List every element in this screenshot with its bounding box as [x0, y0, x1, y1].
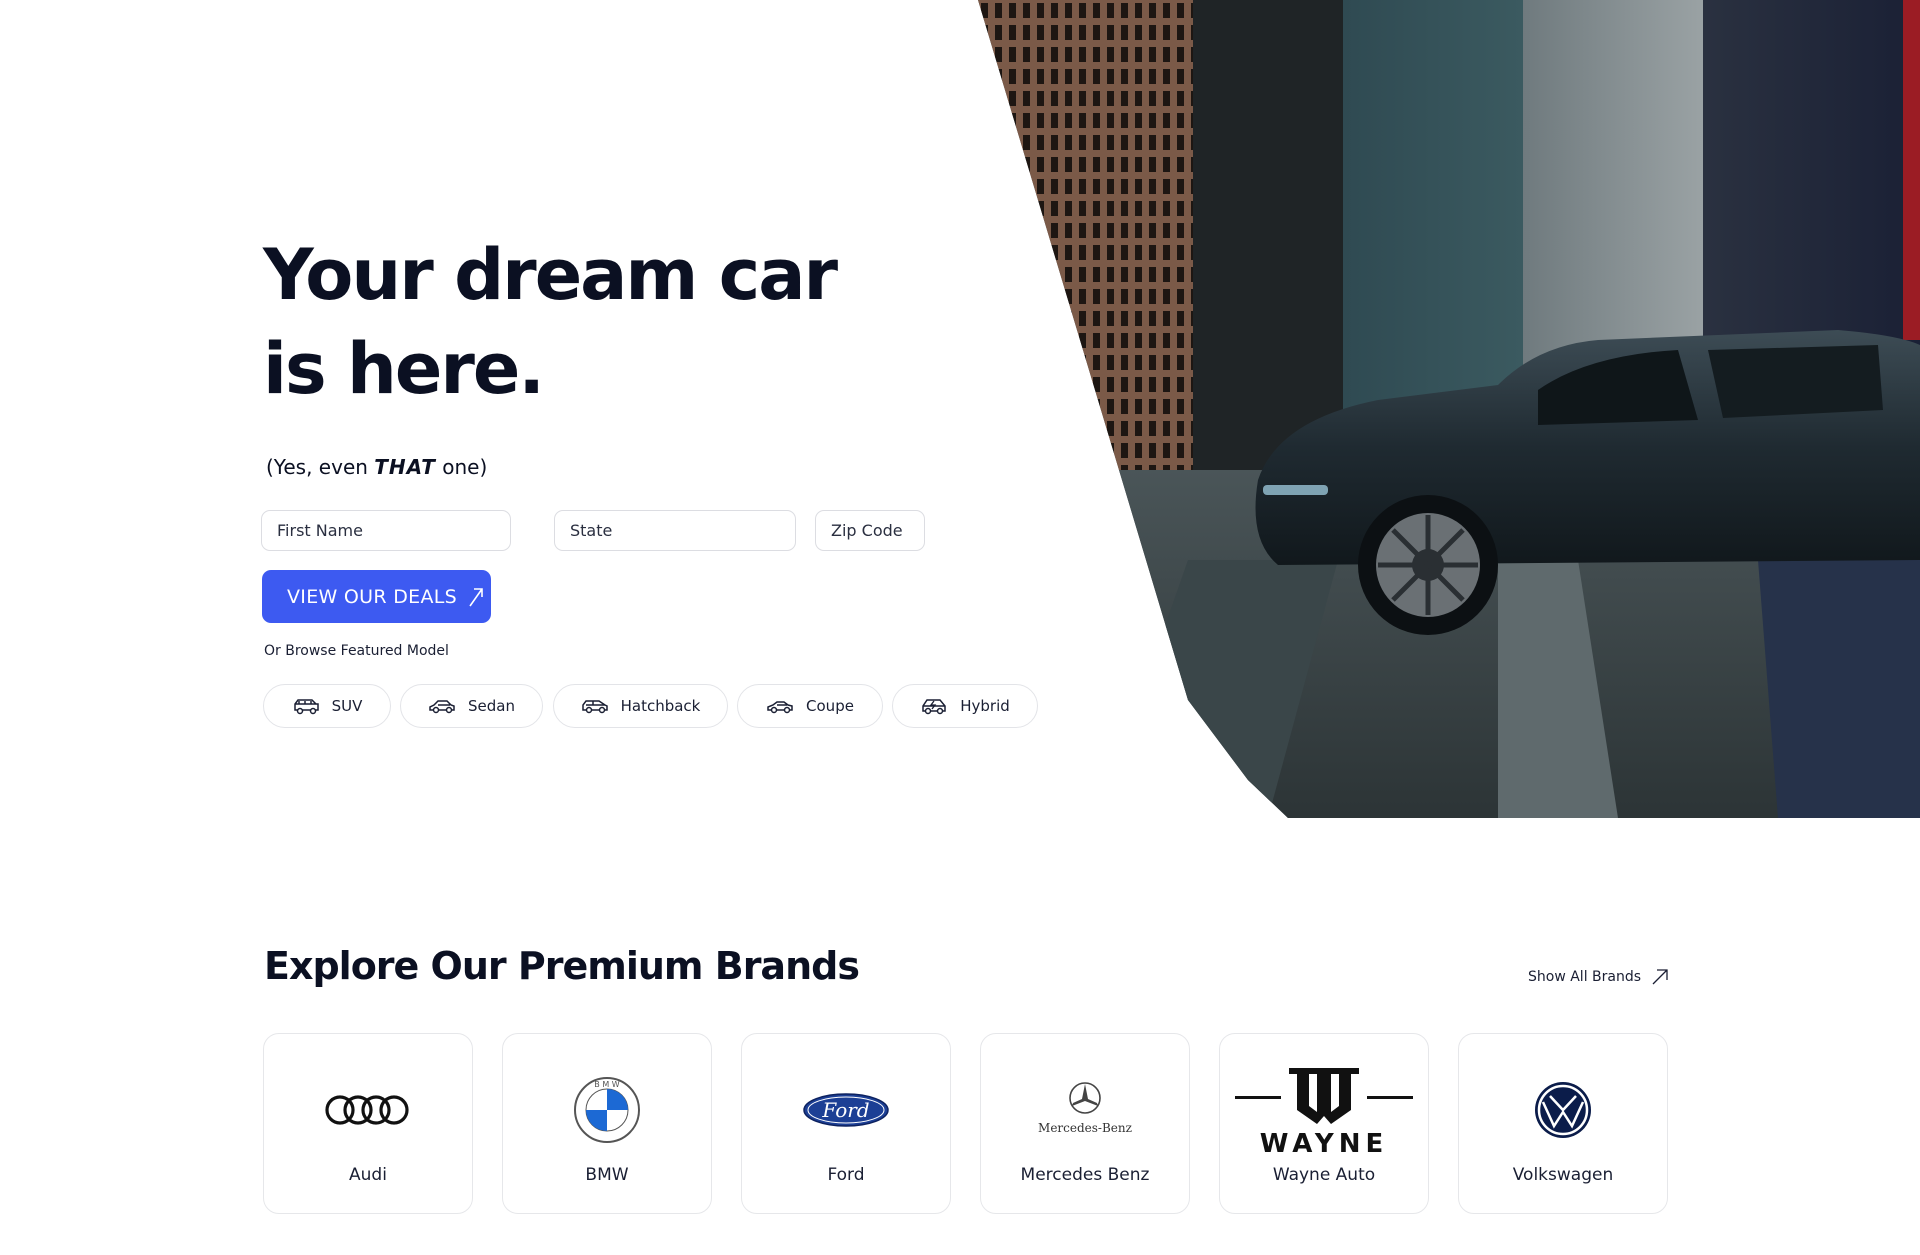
- brand-card-wayne-auto[interactable]: WAYNE Wayne Auto: [1219, 1033, 1429, 1214]
- model-pill-sedan[interactable]: Sedan: [400, 684, 543, 728]
- model-pill-hatchback[interactable]: Hatchback: [553, 684, 728, 728]
- model-pill-label: Hybrid: [960, 697, 1010, 715]
- mercedes-logo: Mercedes-Benz: [981, 1072, 1189, 1148]
- brand-card-mercedes-benz[interactable]: Mercedes-Benz Mercedes Benz: [980, 1033, 1190, 1214]
- brand-name: Wayne Auto: [1272, 1165, 1376, 1185]
- browse-label: Or Browse Featured Model: [264, 643, 449, 659]
- view-deals-label: VIEW OUR DEALS: [287, 585, 458, 608]
- brand-name: BMW: [585, 1165, 629, 1185]
- brand-name: Mercedes Benz: [1020, 1165, 1150, 1185]
- show-all-brands-link[interactable]: Show All Brands: [1528, 968, 1669, 986]
- brand-card-audi[interactable]: Audi: [263, 1033, 473, 1214]
- svg-text:B M W: B M W: [594, 1080, 619, 1089]
- first-name-input[interactable]: [261, 510, 511, 551]
- model-pill-hybrid[interactable]: Hybrid: [892, 684, 1038, 728]
- brands-section-title: Explore Our Premium Brands: [264, 944, 860, 988]
- state-input[interactable]: [554, 510, 796, 551]
- brand-name: Audi: [349, 1165, 387, 1185]
- zip-code-input[interactable]: [815, 510, 925, 551]
- svg-text:Ford: Ford: [821, 1098, 869, 1122]
- subline-suffix: one): [435, 455, 488, 479]
- hero-headline: Your dream car is here.: [263, 234, 838, 410]
- arrow-up-right-icon: [1652, 969, 1668, 985]
- model-pill-label: Sedan: [468, 697, 515, 715]
- brand-name: Ford: [827, 1165, 865, 1185]
- subline-emphasis: THAT: [374, 455, 436, 479]
- ford-logo: Ford: [742, 1072, 950, 1148]
- hybrid-icon: [922, 699, 946, 715]
- model-pill-suv[interactable]: SUV: [263, 684, 391, 728]
- brand-card-bmw[interactable]: B M W BMW: [502, 1033, 712, 1214]
- hatchback-icon: [581, 700, 608, 714]
- show-all-brands-label: Show All Brands: [1528, 969, 1642, 985]
- suv-icon: [293, 699, 319, 715]
- model-pill-label: SUV: [331, 697, 363, 715]
- car-photo-illustration: [978, 0, 1920, 818]
- svg-text:Mercedes-Benz: Mercedes-Benz: [1038, 1121, 1132, 1135]
- model-pill-coupe[interactable]: Coupe: [737, 684, 883, 728]
- coupe-icon: [767, 701, 793, 714]
- wayne-logo: WAYNE: [1220, 1062, 1428, 1158]
- subline-prefix: (Yes, even: [266, 455, 375, 479]
- arrow-up-right-icon: [469, 587, 483, 606]
- hero-car-image: [978, 0, 1920, 818]
- brand-card-ford[interactable]: Ford Ford: [741, 1033, 951, 1214]
- vw-logo: [1459, 1072, 1667, 1148]
- brand-card-volkswagen[interactable]: Volkswagen: [1458, 1033, 1668, 1214]
- audi-logo: [264, 1072, 472, 1148]
- hero-subline: (Yes, even THAT one): [266, 455, 487, 479]
- model-pill-label: Coupe: [806, 697, 854, 715]
- bmw-logo: B M W: [503, 1072, 711, 1148]
- svg-text:WAYNE: WAYNE: [1260, 1129, 1389, 1154]
- view-deals-button[interactable]: VIEW OUR DEALS: [262, 570, 491, 623]
- sedan-icon: [429, 700, 455, 714]
- model-pill-label: Hatchback: [620, 697, 701, 715]
- brand-name: Volkswagen: [1512, 1165, 1614, 1185]
